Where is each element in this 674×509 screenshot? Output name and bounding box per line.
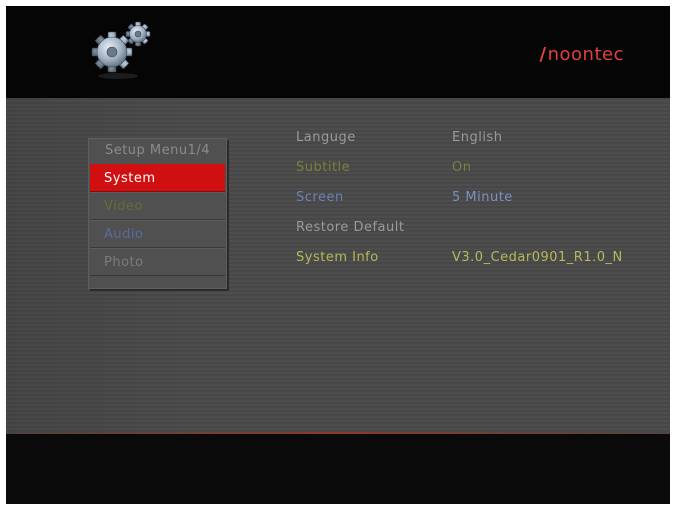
setting-label: Languge [296, 130, 356, 145]
setting-label: Screen [296, 190, 344, 205]
menu-item-system[interactable]: System [90, 164, 225, 192]
setting-label: Restore Default [296, 220, 405, 235]
gears-icon [91, 21, 151, 79]
setting-value: On [452, 160, 472, 175]
menu-item-photo[interactable]: Photo [90, 248, 225, 276]
menu-title: Setup Menu1/4 [104, 143, 211, 158]
header-bar: /noontec [6, 6, 670, 98]
brand-logo: /noontec [540, 44, 624, 65]
setting-value: 5 Minute [452, 190, 513, 205]
setup-panel: Setup Menu1/4 System Video Audio Photo L… [6, 98, 670, 434]
panel-divider [6, 432, 670, 434]
brand-slash: / [539, 44, 547, 65]
menu-item-video[interactable]: Video [90, 192, 225, 220]
setting-value: English [452, 130, 503, 145]
menu-item-audio[interactable]: Audio [90, 220, 225, 248]
tv-screen: /noontec Setup Menu1/4 System Video Audi… [6, 6, 670, 504]
setup-menu: Setup Menu1/4 System Video Audio Photo [88, 138, 227, 289]
setting-label: Subtitle [296, 160, 351, 175]
brand-name: noontec [547, 44, 624, 65]
setting-label: System Info [296, 250, 379, 265]
setting-value: V3.0_Cedar0901_R1.0_N [452, 250, 623, 265]
